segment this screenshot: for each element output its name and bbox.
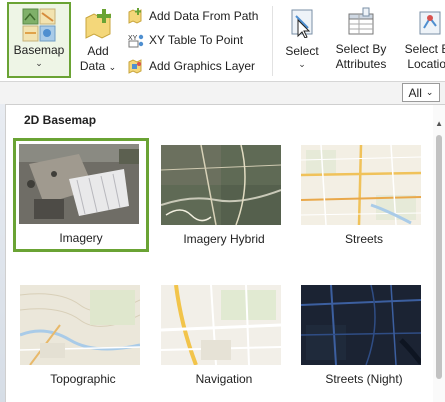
- select-by-attributes-line2: Attributes: [335, 57, 387, 71]
- imagery-hybrid-thumbnail: [161, 145, 281, 225]
- basemap-label: Basemap: [13, 43, 65, 57]
- basemap-tile-streets-night[interactable]: Streets (Night): [296, 280, 432, 394]
- add-data-icon: [85, 9, 111, 39]
- chevron-down-icon: ⌄: [108, 62, 117, 72]
- scroll-thumb[interactable]: [436, 135, 442, 379]
- filter-value: All: [408, 85, 422, 100]
- tile-label: Topographic: [50, 372, 116, 386]
- select-by-location-line2: Location: [407, 57, 445, 71]
- ribbon-separator: [272, 6, 273, 76]
- tile-label: Imagery Hybrid: [183, 232, 265, 246]
- add-data-label-text: Data: [79, 59, 106, 73]
- xy-table-icon: XY: [128, 34, 144, 48]
- add-graphics-layer-label: Add Graphics Layer: [149, 59, 256, 73]
- add-graphics-layer-button[interactable]: Add Graphics Layer: [128, 56, 255, 76]
- basemap-tile-streets[interactable]: Streets: [296, 140, 432, 254]
- basemap-gallery: 2D Basemap ▲ Imagery Imagery Hybrid Stre…: [5, 104, 445, 402]
- imagery-thumbnail: [19, 144, 139, 224]
- tile-label: Streets (Night): [325, 372, 403, 386]
- select-by-attributes-line1: Select By: [335, 42, 387, 56]
- select-by-attributes-button[interactable]: Select By Attributes: [330, 2, 392, 78]
- select-by-location-button[interactable]: Select By Location: [400, 2, 445, 78]
- basemap-tile-navigation[interactable]: Navigation: [156, 280, 292, 394]
- topographic-thumbnail: [20, 285, 140, 365]
- select-by-attributes-icon: [348, 7, 374, 35]
- select-by-location-line1: Select By: [404, 42, 445, 56]
- tile-label: Streets: [344, 232, 383, 246]
- gallery-scrollbar[interactable]: ▲: [433, 105, 445, 402]
- tile-label: Navigation: [195, 372, 253, 386]
- tile-label: Imagery: [59, 231, 103, 245]
- basemap-button[interactable]: Basemap ⌄: [7, 2, 71, 78]
- basemap-tile-topographic[interactable]: Topographic: [15, 280, 151, 394]
- xy-table-to-point-button[interactable]: XY XY Table To Point: [128, 30, 243, 50]
- graphics-layer-icon: [128, 59, 142, 74]
- streets-thumbnail: [301, 145, 421, 225]
- basemap-tile-imagery[interactable]: Imagery: [13, 138, 149, 252]
- select-label: Select: [285, 44, 319, 58]
- section-title: 2D Basemap: [24, 113, 97, 127]
- xy-table-to-point-label: XY Table To Point: [149, 33, 244, 47]
- navigation-thumbnail: [161, 285, 281, 365]
- select-by-location-icon: [419, 11, 441, 35]
- scroll-up-icon[interactable]: ▲: [435, 119, 443, 128]
- add-data-button[interactable]: Add Data ⌄: [75, 2, 121, 78]
- ribbon: Basemap ⌄ Add Data ⌄ Add Data From Path …: [0, 0, 445, 82]
- filter-dropdown[interactable]: All ⌄: [402, 83, 440, 102]
- chevron-down-icon: ⌄: [425, 87, 434, 97]
- streets-night-thumbnail: [301, 285, 421, 365]
- basemap-tile-imagery-hybrid[interactable]: Imagery Hybrid: [156, 140, 292, 254]
- add-data-from-path-label: Add Data From Path: [149, 9, 259, 23]
- add-data-label-line1: Add: [87, 44, 109, 58]
- select-button[interactable]: Select ⌄: [279, 2, 325, 78]
- chevron-down-icon: ⌄: [298, 59, 306, 69]
- basemap-icon: [22, 8, 56, 42]
- gallery-filter-bar: All ⌄: [0, 82, 445, 104]
- chevron-down-icon: ⌄: [35, 58, 43, 68]
- select-icon: [291, 9, 313, 38]
- add-data-from-path-icon: [128, 8, 142, 24]
- add-data-label-line2: Data ⌄: [80, 59, 116, 75]
- add-data-from-path-button[interactable]: Add Data From Path: [128, 6, 258, 26]
